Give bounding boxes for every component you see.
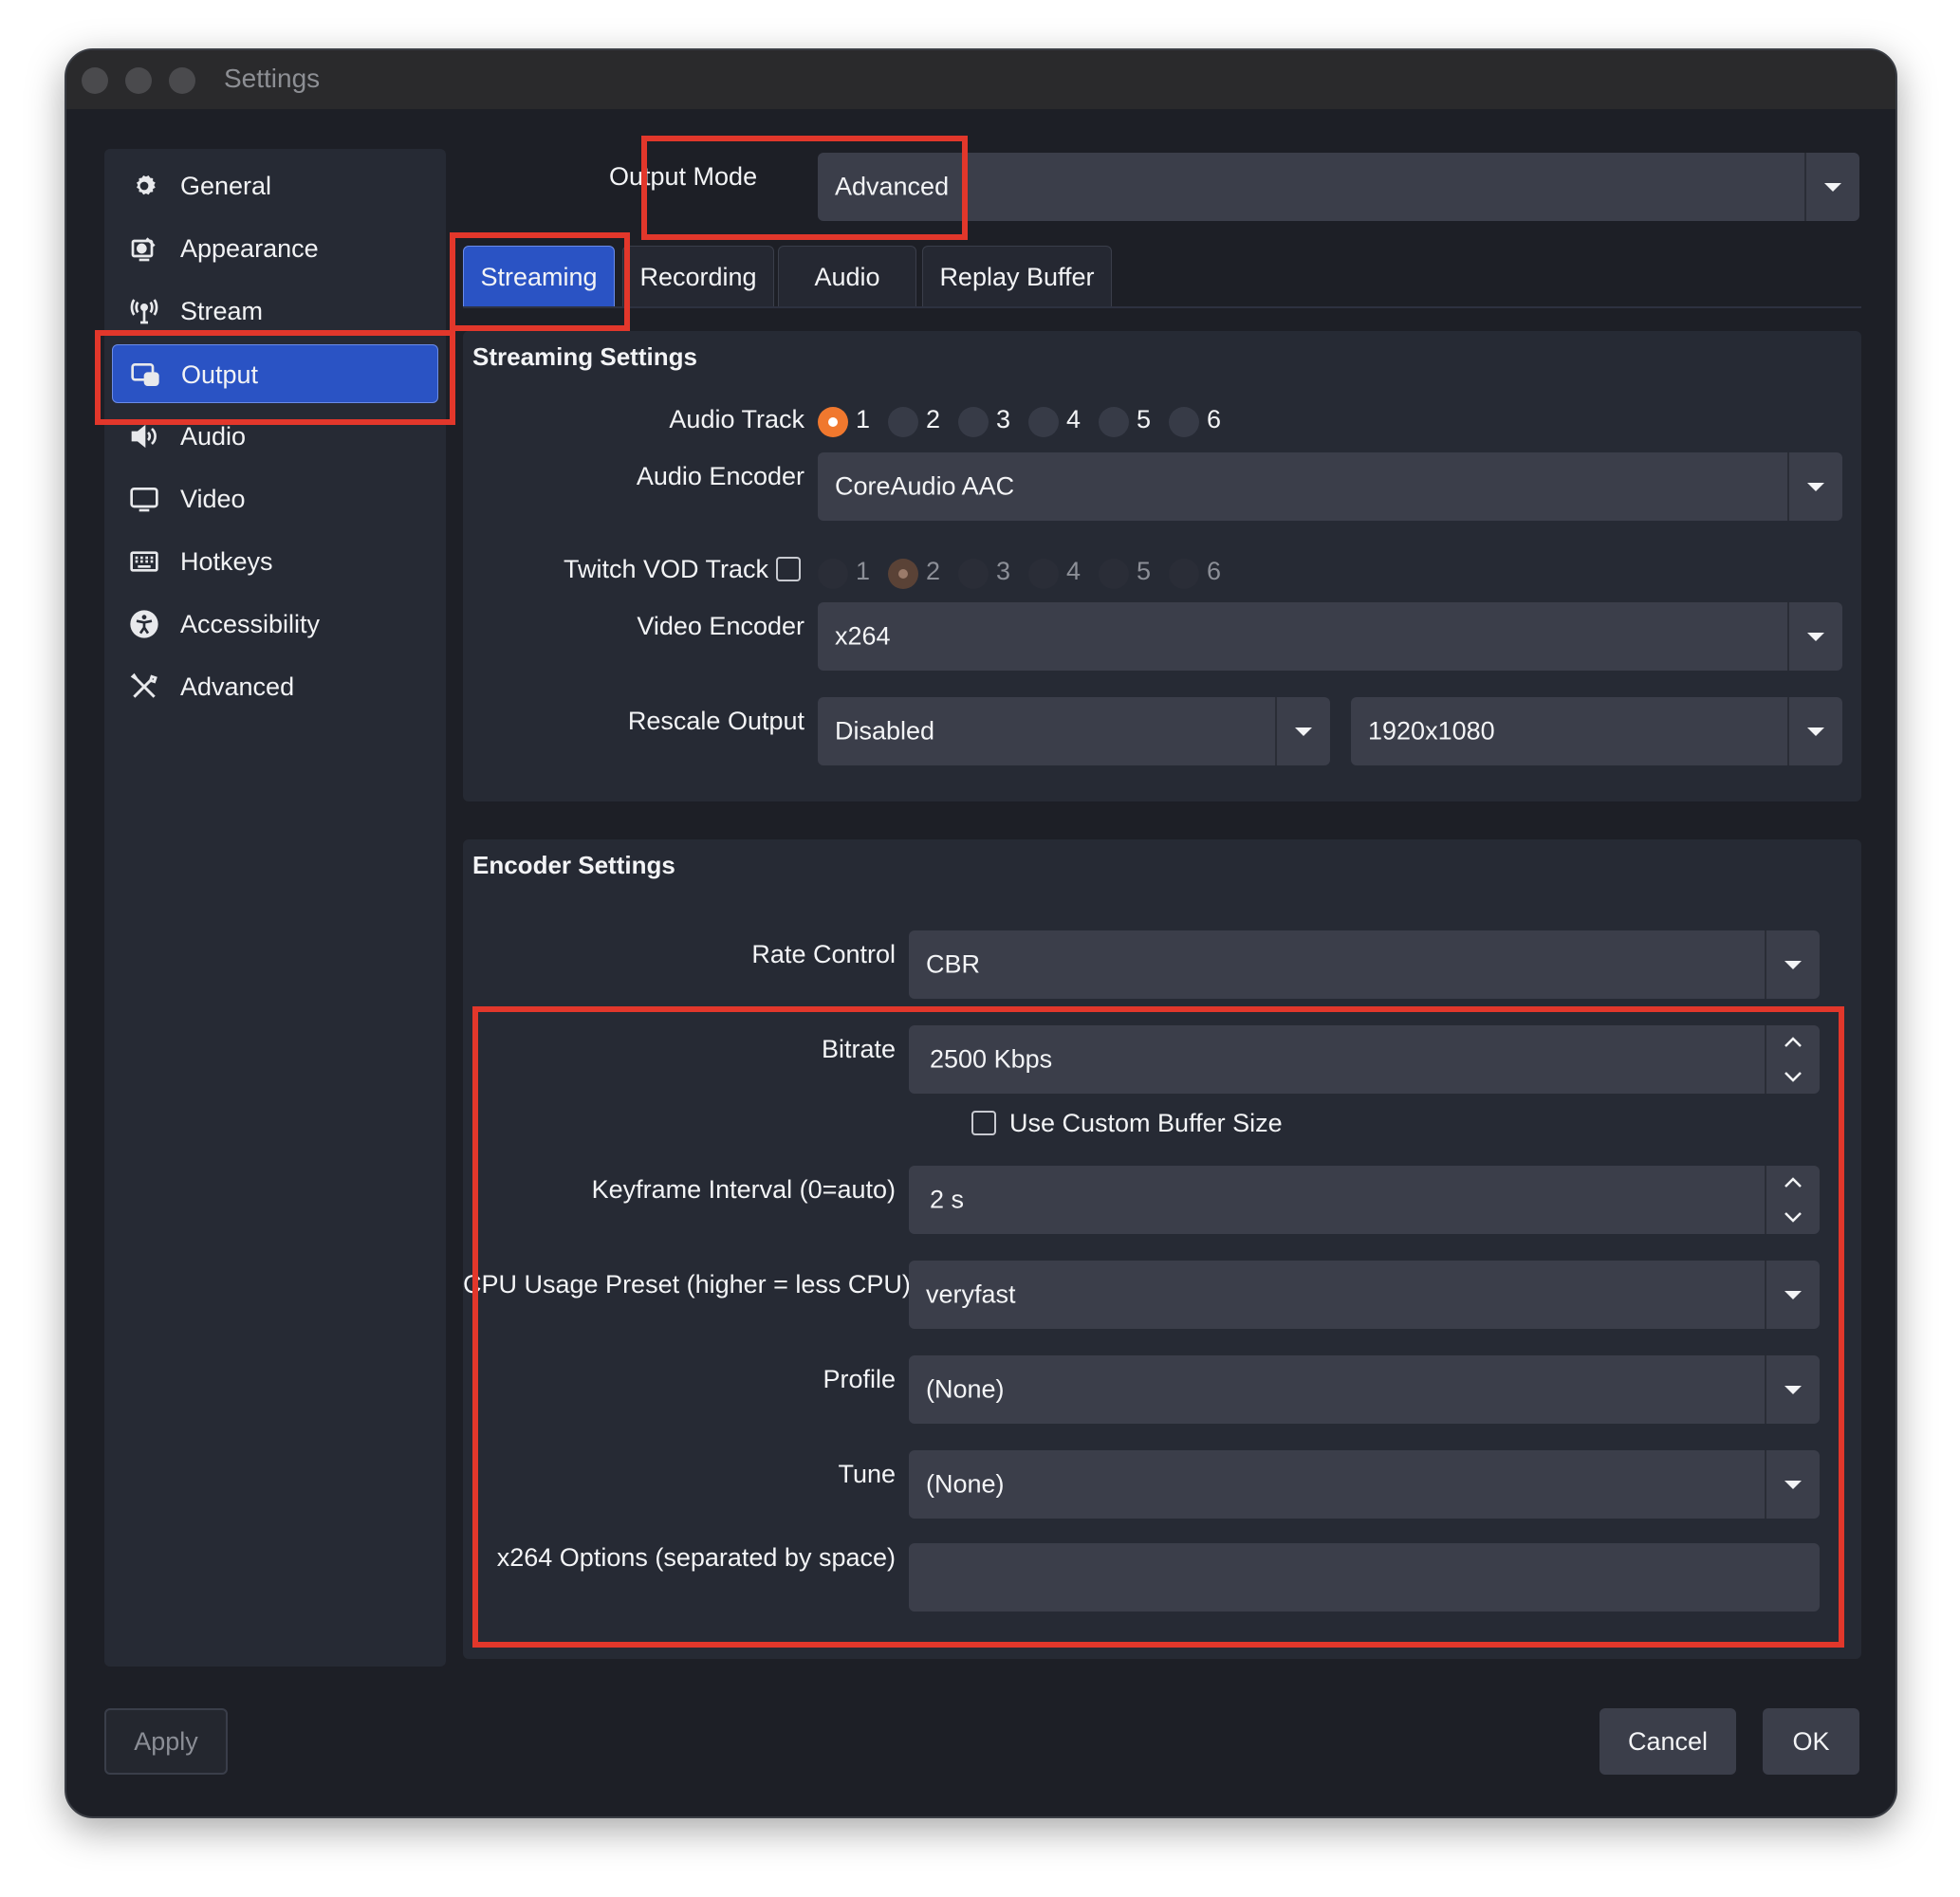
rate-control-value: CBR <box>926 949 981 979</box>
rescale-output-value: Disabled <box>835 716 935 746</box>
audio-track-radio-6[interactable] <box>1169 407 1199 437</box>
audio-encoder-value: CoreAudio AAC <box>835 471 1015 501</box>
audio-track-radio-1[interactable] <box>818 407 848 437</box>
sidebar-item-label: Hotkeys <box>180 547 273 576</box>
audio-track-radio-4[interactable] <box>1028 407 1059 437</box>
sidebar-item-label: Video <box>180 485 246 513</box>
rescale-resolution-value: 1920x1080 <box>1368 716 1495 746</box>
rescale-output-select[interactable]: Disabled <box>818 697 1330 765</box>
tab-audio[interactable]: Audio <box>778 246 916 308</box>
tab-label: Replay Buffer <box>939 262 1095 291</box>
radio-label: 3 <box>996 405 1011 433</box>
output-mode-select[interactable]: Advanced <box>818 153 1859 221</box>
sidebar-item-advanced[interactable]: Advanced <box>112 657 438 716</box>
audio-track-radio-5[interactable] <box>1099 407 1129 437</box>
highlight-box-streaming-tab <box>450 232 630 331</box>
highlight-box-output-mode <box>641 136 968 240</box>
tab-replay-buffer[interactable]: Replay Buffer <box>922 246 1112 308</box>
tab-label: Recording <box>639 262 757 291</box>
video-encoder-select[interactable]: x264 <box>818 602 1842 671</box>
sidebar-item-general[interactable]: General <box>112 157 438 215</box>
keyboard-icon <box>129 546 159 577</box>
gear-icon <box>129 171 159 201</box>
cancel-button-label: Cancel <box>1627 1726 1709 1756</box>
apply-button[interactable]: Apply <box>104 1708 228 1775</box>
twitch-vod-radio-2[interactable] <box>888 559 918 589</box>
apply-button-label: Apply <box>134 1726 198 1756</box>
audio-track-radio-2[interactable] <box>888 407 918 437</box>
radio-label: 2 <box>926 405 941 433</box>
title-bar: Settings <box>66 50 1895 109</box>
radio-label: 1 <box>856 557 871 585</box>
tab-label: Audio <box>814 262 880 291</box>
twitch-vod-checkbox[interactable] <box>776 557 801 581</box>
twitch-vod-label: Twitch VOD Track <box>563 555 768 583</box>
sidebar-item-label: Stream <box>180 297 264 325</box>
twitch-vod-radio-4[interactable] <box>1028 559 1059 589</box>
close-window-button[interactable] <box>82 67 108 94</box>
speaker-icon <box>129 421 159 451</box>
video-encoder-value: x264 <box>835 621 891 651</box>
twitch-vod-radio-3[interactable] <box>958 559 989 589</box>
group-title: Encoder Settings <box>472 851 675 879</box>
chevron-down-icon[interactable] <box>1787 602 1842 671</box>
chevron-down-icon[interactable] <box>1765 930 1820 999</box>
audio-encoder-label: Audio Encoder <box>636 462 804 490</box>
twitch-vod-radio-5[interactable] <box>1099 559 1129 589</box>
group-title: Streaming Settings <box>472 342 697 371</box>
audio-track-radio-3[interactable] <box>958 407 989 437</box>
rescale-output-label: Rescale Output <box>627 707 804 735</box>
radio-label: 5 <box>1137 557 1152 585</box>
chevron-down-icon[interactable] <box>1787 697 1842 765</box>
tab-recording[interactable]: Recording <box>622 246 774 308</box>
sidebar-item-label: Advanced <box>180 672 295 701</box>
window-title: Settings <box>224 64 321 93</box>
chevron-down-icon[interactable] <box>1804 153 1859 221</box>
appearance-icon <box>129 233 159 264</box>
rate-control-select[interactable]: CBR <box>909 930 1820 999</box>
audio-encoder-select[interactable]: CoreAudio AAC <box>818 452 1842 521</box>
chevron-down-icon[interactable] <box>1787 452 1842 521</box>
streaming-settings-group: Streaming Settings Audio Track 1 2 3 4 5… <box>463 331 1861 801</box>
radio-label: 6 <box>1207 557 1222 585</box>
tools-icon <box>129 672 159 702</box>
sidebar-item-accessibility[interactable]: Accessibility <box>112 595 438 654</box>
monitor-icon <box>129 484 159 514</box>
radio-label: 2 <box>926 557 941 585</box>
zoom-window-button[interactable] <box>169 67 195 94</box>
sidebar-item-hotkeys[interactable]: Hotkeys <box>112 532 438 591</box>
radio-label: 1 <box>856 405 871 433</box>
antenna-icon <box>129 296 159 326</box>
ok-button-label: OK <box>1792 1726 1830 1756</box>
chevron-down-icon[interactable] <box>1275 697 1330 765</box>
twitch-vod-radio-1[interactable] <box>818 559 848 589</box>
sidebar-item-label: Appearance <box>180 234 319 263</box>
sidebar-item-appearance[interactable]: Appearance <box>112 219 438 278</box>
video-encoder-label: Video Encoder <box>637 612 804 640</box>
twitch-vod-radio-6[interactable] <box>1169 559 1199 589</box>
tab-divider <box>463 306 1861 308</box>
sidebar-item-label: Audio <box>180 422 247 451</box>
accessibility-icon <box>129 609 159 639</box>
sidebar-item-label: General <box>180 172 272 200</box>
radio-label: 6 <box>1207 405 1222 433</box>
radio-label: 4 <box>1066 405 1082 433</box>
minimize-window-button[interactable] <box>125 67 152 94</box>
highlight-box-output <box>95 330 455 425</box>
rescale-resolution-select[interactable]: 1920x1080 <box>1351 697 1842 765</box>
rate-control-label: Rate Control <box>751 940 896 968</box>
audio-track-label: Audio Track <box>669 405 804 433</box>
cancel-button[interactable]: Cancel <box>1599 1708 1736 1775</box>
radio-label: 3 <box>996 557 1011 585</box>
settings-window: Settings General Appearance Stream Outpu… <box>65 48 1897 1818</box>
highlight-box-encoder-settings <box>472 1006 1844 1648</box>
radio-label: 4 <box>1066 557 1082 585</box>
sidebar-item-label: Accessibility <box>180 610 321 638</box>
radio-label: 5 <box>1137 405 1152 433</box>
sidebar-item-video[interactable]: Video <box>112 470 438 528</box>
ok-button[interactable]: OK <box>1763 1708 1859 1775</box>
